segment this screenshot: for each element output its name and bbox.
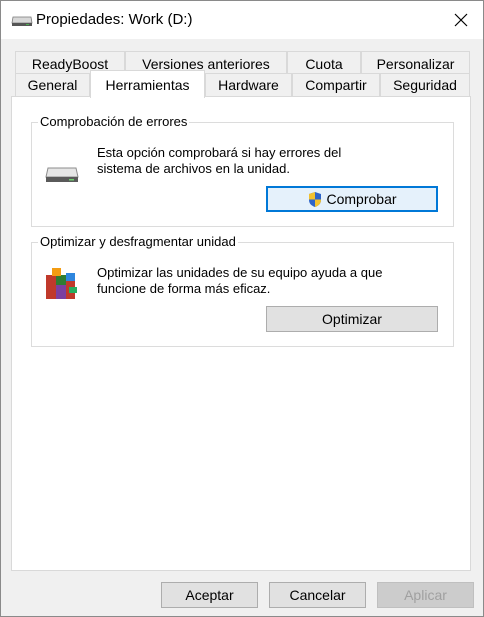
title-bar: Propiedades: Work (D:): [1, 1, 483, 39]
close-icon: [454, 13, 468, 27]
tab-seguridad[interactable]: Seguridad: [380, 73, 470, 96]
tab-compartir[interactable]: Compartir: [292, 73, 380, 96]
optimize-description-line2: funcione de forma más eficaz.: [97, 281, 271, 296]
close-button[interactable]: [439, 1, 483, 39]
error-check-description-line1: Esta opción comprobará si hay errores de…: [97, 145, 342, 160]
tab-strip: ReadyBoost Versiones anteriores Cuota Pe…: [1, 39, 483, 99]
shield-icon: [309, 191, 322, 207]
drive-icon: [11, 16, 33, 26]
ok-button[interactable]: Aceptar: [161, 582, 258, 608]
optimize-group: Optimizar y desfragmentar unidad Optimiz…: [31, 234, 454, 347]
defrag-icon: [46, 268, 77, 299]
check-button-label: Comprobar: [326, 191, 397, 207]
apply-button[interactable]: Aplicar: [377, 582, 474, 608]
tools-panel: Comprobación de errores Esta opción comp…: [11, 96, 471, 571]
drive-icon: [45, 167, 79, 182]
tab-hardware[interactable]: Hardware: [205, 73, 292, 96]
tab-general[interactable]: General: [15, 73, 90, 96]
window-title: Propiedades: Work (D:): [36, 11, 193, 28]
error-check-title: Comprobación de errores: [38, 114, 190, 129]
cancel-button[interactable]: Cancelar: [269, 582, 366, 608]
error-check-description-line2: sistema de archivos en la unidad.: [97, 161, 290, 176]
tab-herramientas[interactable]: Herramientas: [90, 70, 205, 98]
tab-cuota[interactable]: Cuota: [287, 51, 361, 75]
optimize-title: Optimizar y desfragmentar unidad: [38, 234, 238, 249]
tab-personalizar[interactable]: Personalizar: [361, 51, 470, 75]
optimize-button[interactable]: Optimizar: [266, 306, 438, 332]
check-button[interactable]: Comprobar: [266, 186, 438, 212]
properties-dialog: Propiedades: Work (D:) ReadyBoost Versio…: [0, 0, 484, 617]
error-check-group: Comprobación de errores Esta opción comp…: [31, 114, 454, 227]
optimize-description-line1: Optimizar las unidades de su equipo ayud…: [97, 265, 383, 280]
